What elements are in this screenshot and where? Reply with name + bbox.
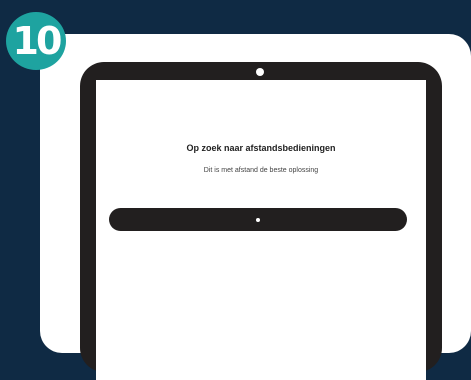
step-number-badge: 10	[6, 12, 66, 70]
search-progress-bar	[109, 208, 407, 231]
tablet-device: Op zoek naar afstandsbedieningen Dit is …	[80, 62, 442, 380]
camera-icon	[256, 68, 264, 76]
loading-dot-icon	[256, 218, 260, 222]
tablet-screen: Op zoek naar afstandsbedieningen Dit is …	[96, 80, 426, 380]
screen-title: Op zoek naar afstandsbedieningen	[186, 143, 336, 153]
screen-subtitle: Dit is met afstand de beste oplossing	[203, 167, 319, 174]
